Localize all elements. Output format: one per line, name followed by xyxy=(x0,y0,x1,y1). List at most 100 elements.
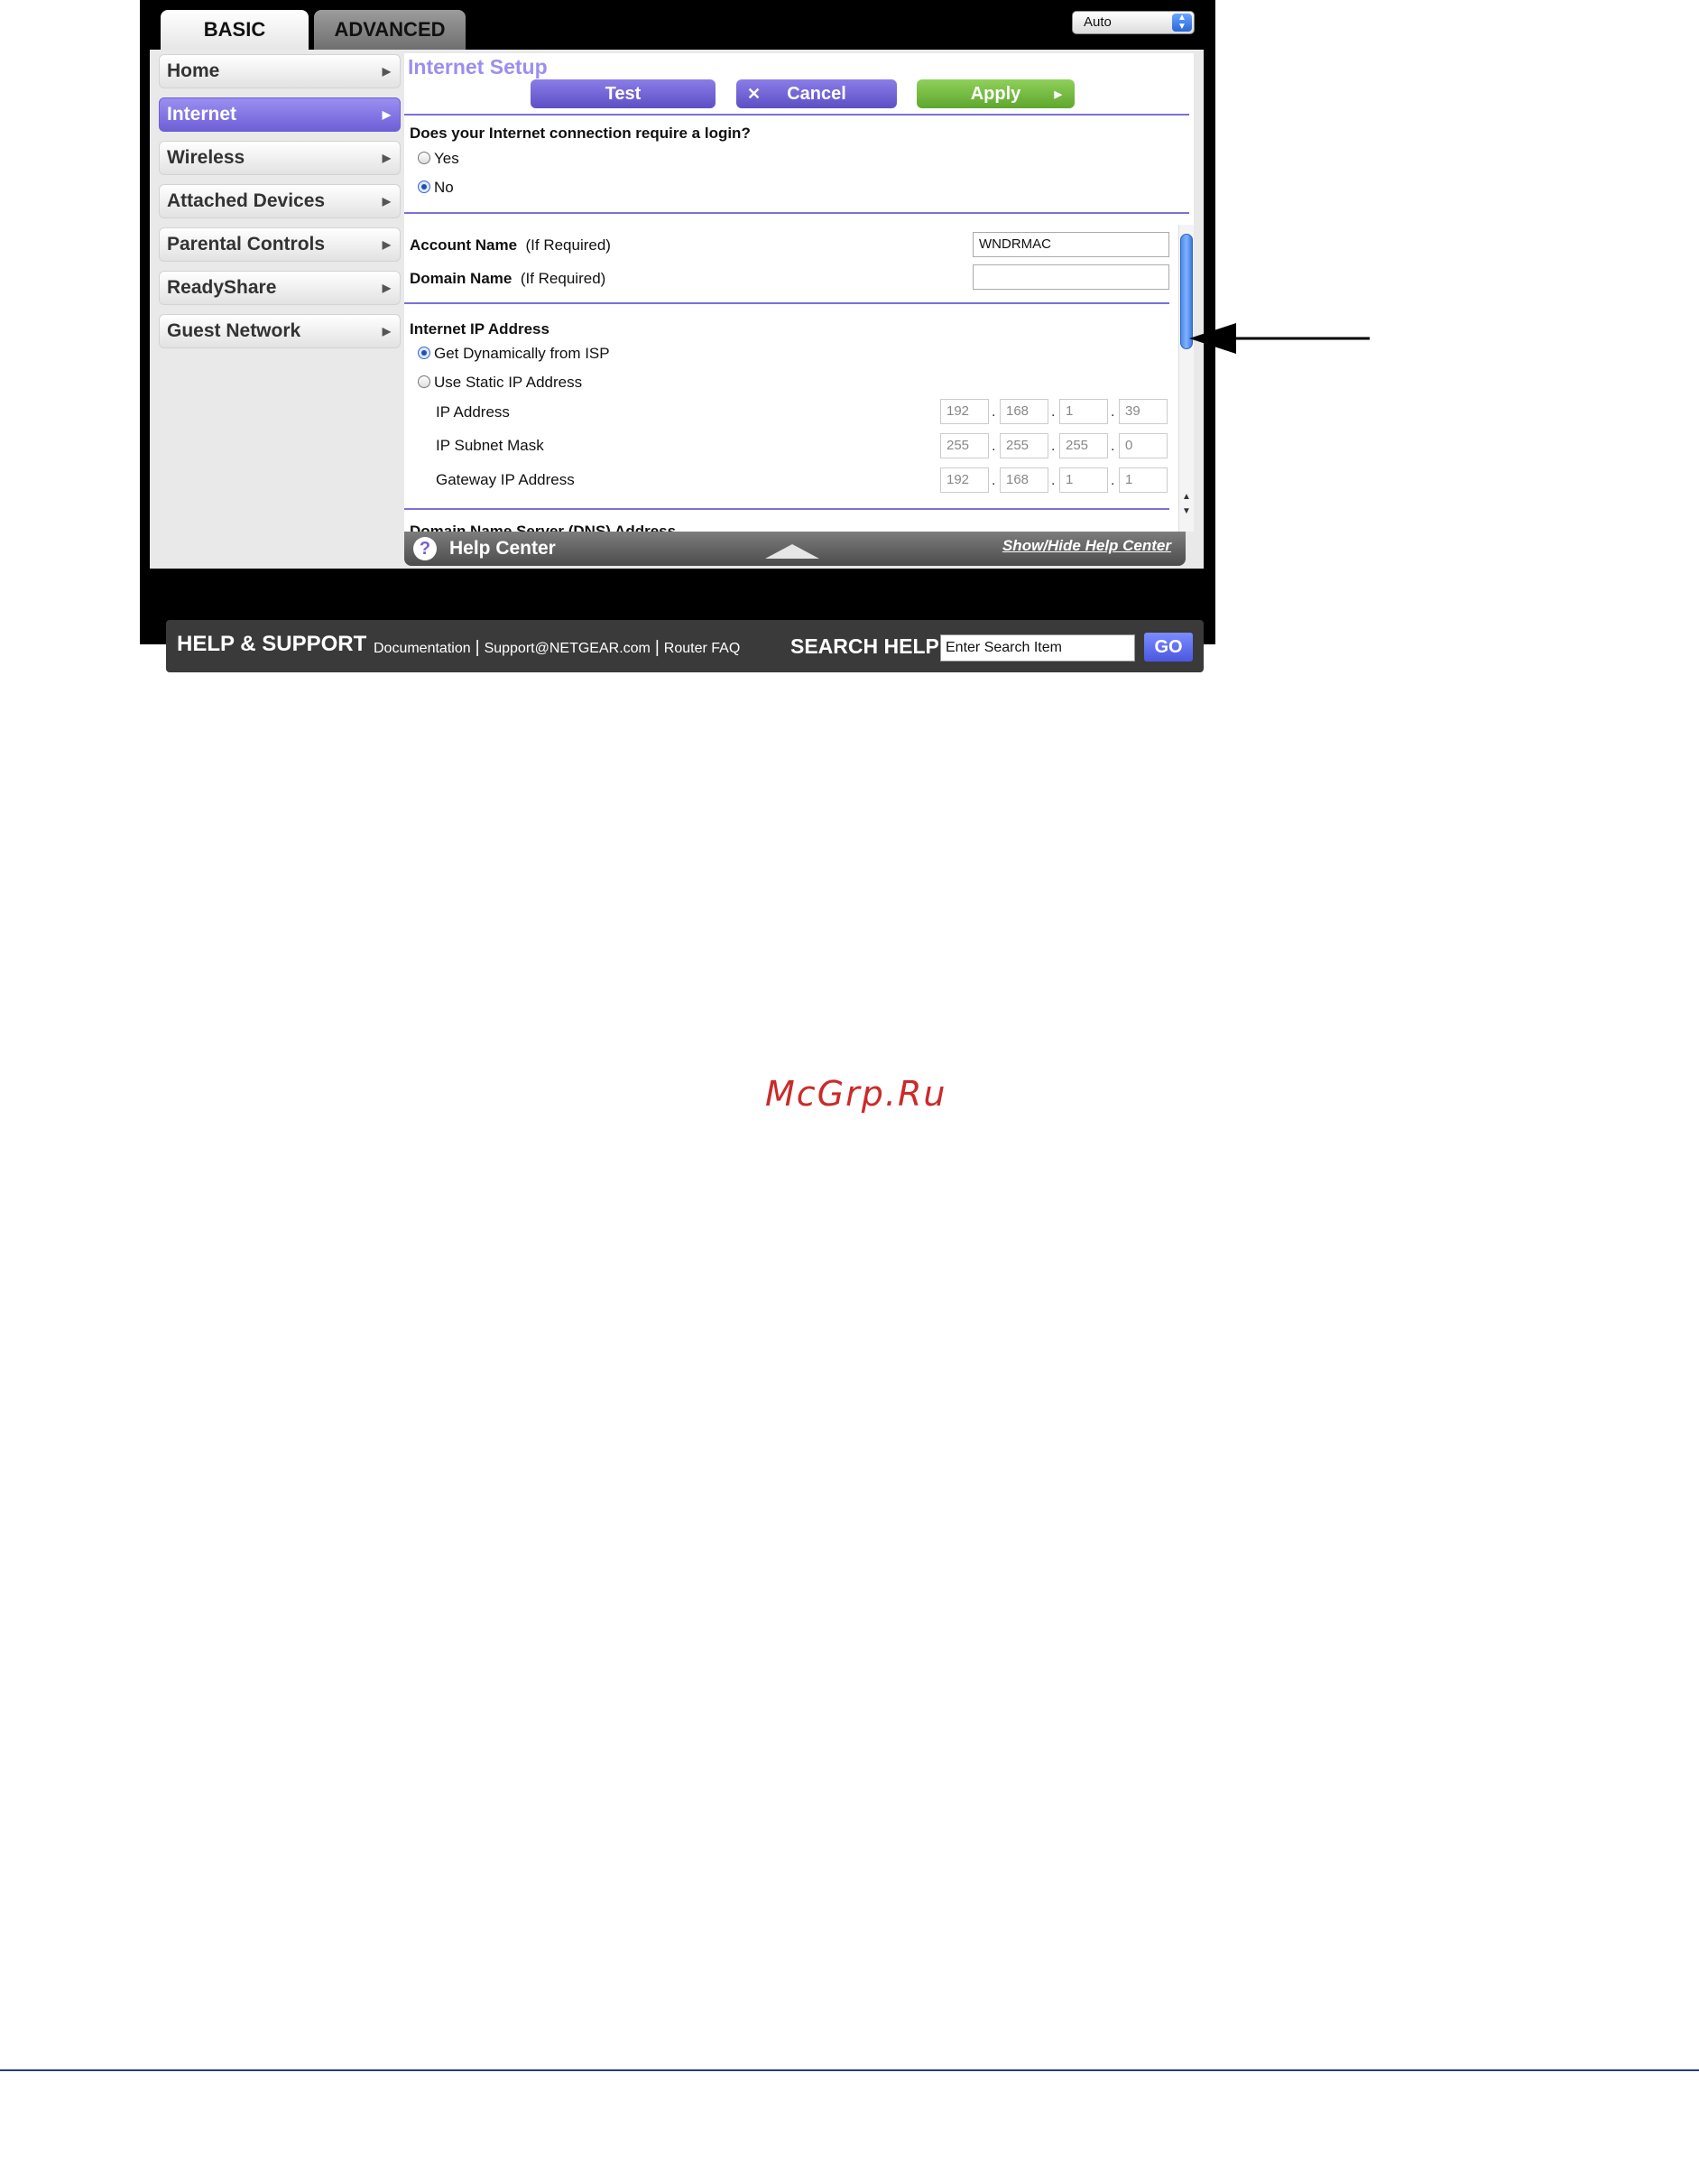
sidebar: Home ▶ Internet ▶ Wireless ▶ Attached Devic… xyxy=(159,54,401,357)
expand-triangle-icon[interactable] xyxy=(765,544,819,559)
chevron-right-icon: ▶ xyxy=(382,108,391,121)
gateway-label: Gateway IP Address xyxy=(436,471,575,488)
sidebar-item-home[interactable]: Home ▶ xyxy=(159,54,401,88)
ip-section-title: Internet IP Address xyxy=(410,320,549,338)
scroll-up-icon[interactable]: ▲ xyxy=(1182,492,1191,502)
login-yes-label: Yes xyxy=(434,150,459,167)
chevron-right-icon: ▶ xyxy=(382,325,391,338)
ip-address-octet-3[interactable]: 1 xyxy=(1059,399,1108,424)
dns-section-title: Domain Name Server (DNS) Address xyxy=(410,523,677,532)
domain-name-input[interactable] xyxy=(973,264,1169,290)
gateway-octet-4[interactable]: 1 xyxy=(1119,467,1168,493)
chevron-right-icon: ▶ xyxy=(382,282,391,294)
divider xyxy=(404,212,1189,214)
sidebar-item-readyshare[interactable]: ReadyShare ▶ xyxy=(159,271,401,305)
divider xyxy=(404,114,1189,116)
chevron-right-icon: ▶ xyxy=(382,152,391,164)
sidebar-item-attached-devices[interactable]: Attached Devices ▶ xyxy=(159,184,401,218)
tab-basic[interactable]: BASIC xyxy=(161,10,309,50)
sidebar-item-label: Wireless xyxy=(167,147,245,168)
support-email-link[interactable]: Support@NETGEAR.com xyxy=(485,641,651,656)
footer-links: Documentation | Support@NETGEAR.com | Router… xyxy=(374,638,741,657)
search-input[interactable]: Enter Search Item xyxy=(940,634,1135,662)
subnet-mask-octet-1[interactable]: 255 xyxy=(940,433,989,458)
router-admin-window: BASIC ADVANCED Auto ▲ ▼ Home ▶ Internet ▶ W… xyxy=(140,0,1215,672)
search-help-title: SEARCH HELP xyxy=(790,634,939,658)
account-name-input[interactable]: WNDRMAC xyxy=(973,232,1169,257)
account-name-label: Account Name (If Required) xyxy=(410,236,611,254)
domain-name-hint: (If Required) xyxy=(520,270,606,287)
account-name-hint: (If Required) xyxy=(525,236,611,254)
question-icon: ? xyxy=(413,537,437,560)
ip-dot: . xyxy=(1111,473,1115,488)
sidebar-item-parental-controls[interactable]: Parental Controls ▶ xyxy=(159,227,401,262)
ip-dot: . xyxy=(992,473,996,488)
ip-address-octet-4[interactable]: 39 xyxy=(1119,399,1168,424)
tab-bar: BASIC ADVANCED Auto ▲ ▼ xyxy=(143,3,1213,50)
ip-address-octet-2[interactable]: 168 xyxy=(1000,399,1048,424)
divider xyxy=(404,302,1169,304)
page-bottom-rule xyxy=(0,2069,1699,2071)
language-select[interactable]: Auto ▲ ▼ xyxy=(1072,11,1195,34)
ip-dot: . xyxy=(1051,404,1056,420)
cancel-button-label: Cancel xyxy=(787,83,846,104)
router-faq-link[interactable]: Router FAQ xyxy=(664,641,740,656)
gateway-octet-1[interactable]: 192 xyxy=(940,467,989,493)
sidebar-item-internet[interactable]: Internet ▶ xyxy=(159,97,401,132)
help-center-title: Help Center xyxy=(449,538,556,559)
domain-name-title: Domain Name xyxy=(410,270,512,287)
subnet-mask-octet-4[interactable]: 0 xyxy=(1119,433,1168,458)
login-no-label: No xyxy=(434,179,454,196)
callout-arrow-icon xyxy=(1189,323,1370,354)
account-name-title: Account Name xyxy=(410,236,518,254)
gateway-octet-2[interactable]: 168 xyxy=(1000,467,1048,493)
scroll-down-icon[interactable]: ▼ xyxy=(1182,506,1191,516)
login-no-radio[interactable] xyxy=(418,180,430,193)
test-button[interactable]: Test xyxy=(531,79,716,108)
help-center-bar: ? Help Center Show/Hide Help Center xyxy=(404,532,1186,566)
ip-dot: . xyxy=(1111,439,1115,454)
watermark: McGrp.Ru xyxy=(765,1074,947,1114)
ip-dot: . xyxy=(1051,439,1056,454)
sidebar-item-label: ReadyShare xyxy=(167,277,277,298)
content-scrollbar[interactable]: ▲ ▼ xyxy=(1178,225,1194,532)
show-hide-help-link[interactable]: Show/Hide Help Center xyxy=(1002,537,1171,555)
sidebar-item-label: Home xyxy=(167,60,220,81)
updown-arrows-icon: ▲ ▼ xyxy=(1172,14,1192,32)
page-title: Internet Setup xyxy=(408,55,548,79)
language-selected-value: Auto xyxy=(1084,14,1112,30)
ip-dot: . xyxy=(1111,404,1115,420)
help-support-footer: HELP & SUPPORT Documentation | Support@NET… xyxy=(166,620,1204,672)
apply-button[interactable]: Apply ▶ xyxy=(917,79,1075,108)
ip-dynamic-radio[interactable] xyxy=(418,347,430,359)
login-yes-radio[interactable] xyxy=(418,152,430,164)
login-question: Does your Internet connection require a … xyxy=(410,125,751,142)
sidebar-item-label: Parental Controls xyxy=(167,234,326,254)
chevron-right-icon: ▶ xyxy=(382,195,391,208)
x-icon: ✕ xyxy=(747,84,762,103)
tab-advanced[interactable]: ADVANCED xyxy=(314,10,466,50)
subnet-mask-label: IP Subnet Mask xyxy=(436,437,544,454)
apply-button-label: Apply xyxy=(970,83,1021,104)
ip-dynamic-label: Get Dynamically from ISP xyxy=(434,345,610,362)
ip-dot: . xyxy=(992,439,996,454)
documentation-link[interactable]: Documentation xyxy=(374,641,471,656)
ip-address-octet-1[interactable]: 192 xyxy=(940,399,989,424)
cancel-button[interactable]: ✕ Cancel xyxy=(736,79,897,108)
sidebar-item-label: Attached Devices xyxy=(167,190,326,211)
main-panel: Home ▶ Internet ▶ Wireless ▶ Attached Devic… xyxy=(150,50,1204,672)
gateway-octet-3[interactable]: 1 xyxy=(1059,467,1108,493)
ip-dot: . xyxy=(992,404,996,420)
sidebar-item-wireless[interactable]: Wireless ▶ xyxy=(159,141,401,175)
play-icon: ▶ xyxy=(1054,88,1062,100)
ip-static-radio[interactable] xyxy=(418,375,430,388)
subnet-mask-octet-3[interactable]: 255 xyxy=(1059,433,1108,458)
content-area: Internet Setup Test ✕ Cancel Apply ▶ Does … xyxy=(404,53,1194,532)
test-button-label: Test xyxy=(605,83,642,104)
sidebar-item-label: Internet xyxy=(167,104,237,125)
ip-dot: . xyxy=(1051,473,1056,488)
subnet-mask-octet-2[interactable]: 255 xyxy=(1000,433,1048,458)
chevron-right-icon: ▶ xyxy=(382,238,391,251)
go-button[interactable]: GO xyxy=(1144,633,1193,662)
sidebar-item-guest-network[interactable]: Guest Network ▶ xyxy=(159,314,401,348)
